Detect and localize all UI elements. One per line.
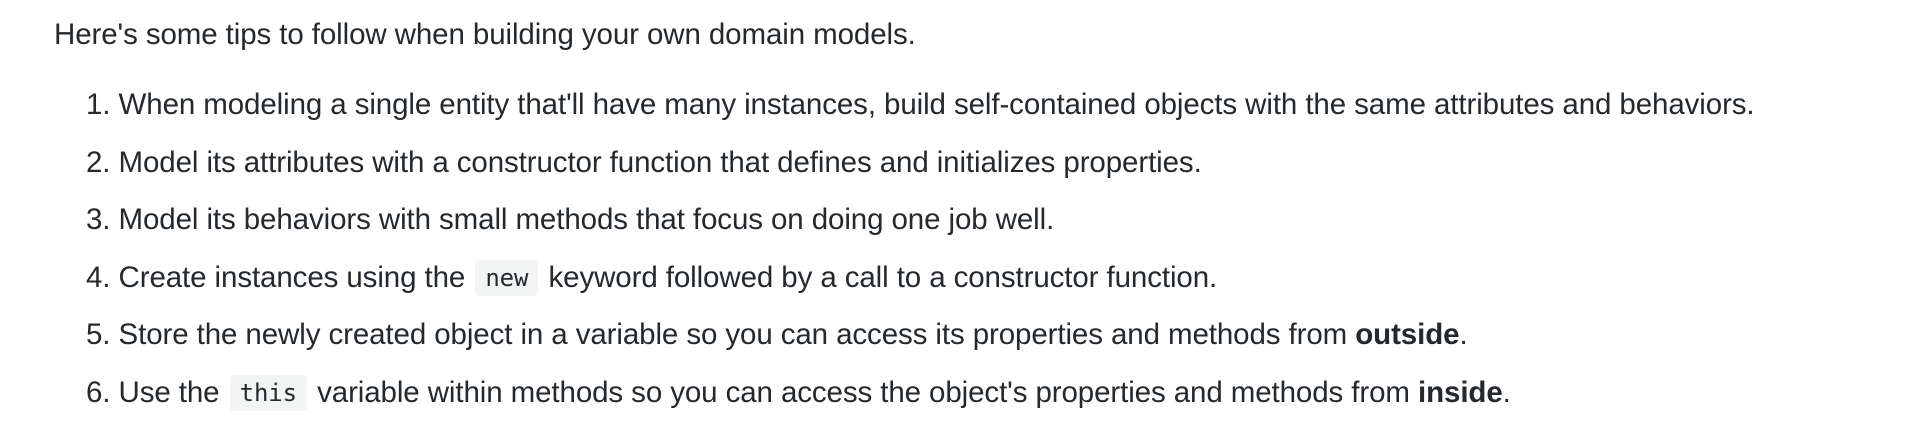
list-item: 1. When modeling a single entity that'll… bbox=[86, 84, 1932, 126]
inline-code: this bbox=[229, 374, 307, 411]
item-number: 2. bbox=[86, 145, 111, 179]
item-text: When modeling a single entity that'll ha… bbox=[118, 88, 1755, 121]
item-number: 6. bbox=[86, 375, 111, 409]
inline-code: new bbox=[475, 259, 539, 296]
item-text: Create instances using the bbox=[118, 260, 466, 294]
item-text: Store the newly created object in a vari… bbox=[118, 318, 1348, 351]
article-body: Here's some tips to follow when building… bbox=[0, 0, 1932, 434]
item-text: . bbox=[1459, 318, 1468, 351]
item-text: Model its attributes with a constructor … bbox=[118, 145, 1202, 179]
emphasis-text: outside bbox=[1355, 318, 1460, 351]
list-item: 3. Model its behaviors with small method… bbox=[86, 199, 1932, 241]
list-item: 2. Model its attributes with a construct… bbox=[86, 142, 1932, 184]
item-text: Use the bbox=[118, 375, 220, 409]
item-number: 1. bbox=[86, 88, 111, 121]
intro-paragraph: Here's some tips to follow when building… bbox=[54, 18, 916, 51]
list-item: 5. Store the newly created object in a v… bbox=[86, 314, 1932, 356]
item-number: 5. bbox=[86, 318, 111, 351]
item-text: variable within methods so you can acces… bbox=[317, 375, 1410, 409]
item-text: Model its behaviors with small methods t… bbox=[118, 203, 1055, 236]
item-text: . bbox=[1502, 375, 1511, 409]
list-item: 6. Use the this variable within methods … bbox=[86, 372, 1932, 414]
item-number: 3. bbox=[86, 203, 111, 236]
tips-list: 1. When modeling a single entity that'll… bbox=[54, 84, 1932, 414]
list-item: 4. Create instances using the new keywor… bbox=[86, 257, 1932, 299]
emphasis-text: inside bbox=[1418, 375, 1503, 409]
item-number: 4. bbox=[86, 260, 111, 294]
item-text: keyword followed by a call to a construc… bbox=[548, 260, 1218, 294]
